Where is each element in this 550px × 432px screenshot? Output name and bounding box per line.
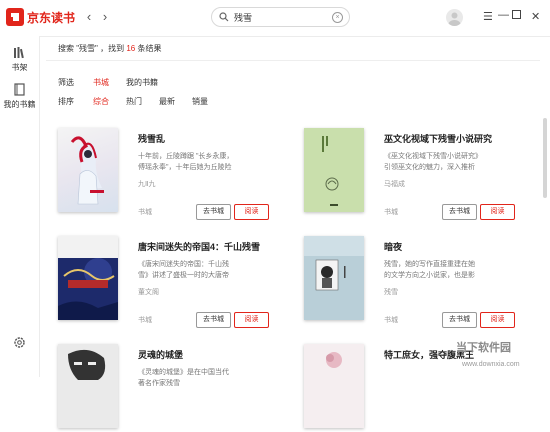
result-prefix: 搜索 "残雪" ，找到 bbox=[58, 44, 127, 53]
book-author: 马福成 bbox=[384, 181, 405, 188]
book-description: 残雪，她的写作直接重建在她的文学方向之小说家，也是影响广泛的先锋小说家。 bbox=[384, 261, 475, 279]
book-card[interactable]: 灵魂的城堡 《灵魂的城堡》是在中国当代著名作家残雪 bbox=[46, 332, 278, 432]
book-author: 九Ⅱ九 bbox=[138, 181, 156, 188]
sort-option-sales[interactable]: 销量 bbox=[192, 96, 208, 107]
read-button[interactable]: 阅读 bbox=[234, 204, 269, 220]
clear-search-icon[interactable]: × bbox=[332, 12, 343, 23]
book-author: 董文阁 bbox=[138, 289, 159, 296]
search-icon bbox=[219, 12, 229, 22]
filter-row: 筛选 书城 我的书籍 bbox=[58, 77, 175, 88]
book-source: 书城 bbox=[138, 317, 152, 324]
go-to-store-button[interactable]: 去书城 bbox=[196, 204, 231, 220]
forward-arrow-icon[interactable]: › bbox=[98, 10, 112, 24]
book-card[interactable]: 巫文化视域下残雪小说研究 《巫文化视域下残雪小说研究》引领巫文化的魅力，深入推析… bbox=[292, 116, 524, 220]
sidebar-item-my-books[interactable]: 我的书籍 bbox=[0, 83, 39, 110]
divider bbox=[46, 60, 540, 61]
watermark-text: 当下软件园 bbox=[456, 342, 511, 354]
go-to-store-button[interactable]: 去书城 bbox=[196, 312, 231, 328]
go-to-store-button[interactable]: 去书城 bbox=[442, 204, 477, 220]
gear-icon bbox=[14, 337, 25, 348]
book-cover[interactable] bbox=[304, 128, 364, 212]
book-source: 书城 bbox=[384, 317, 398, 324]
go-to-store-button[interactable]: 去书城 bbox=[442, 312, 477, 328]
scrollbar[interactable] bbox=[543, 118, 547, 198]
filter-label: 筛选 bbox=[58, 78, 74, 87]
book-source: 书城 bbox=[384, 209, 398, 216]
sort-row: 排序 综合 热门 最新 销量 bbox=[58, 96, 225, 107]
sort-label: 排序 bbox=[58, 97, 74, 106]
sort-option-newest[interactable]: 最新 bbox=[159, 96, 175, 107]
title-bar: 京东读书 ‹ › 残雪 × ☰ — ✕ bbox=[0, 0, 550, 37]
book-cover[interactable] bbox=[304, 344, 364, 428]
avatar[interactable] bbox=[446, 9, 463, 26]
book-author: 残雪 bbox=[384, 289, 398, 296]
settings-button[interactable] bbox=[0, 336, 39, 351]
book-title[interactable]: 巫文化视域下残雪小说研究 bbox=[384, 132, 492, 145]
book-cover[interactable] bbox=[304, 236, 364, 320]
book-card[interactable]: 暗夜 残雪，她的写作直接重建在她的文学方向之小说家，也是影响广泛的先锋小说家。 … bbox=[292, 224, 524, 328]
back-arrow-icon[interactable]: ‹ bbox=[82, 10, 96, 24]
sidebar: 书架 我的书籍 bbox=[0, 36, 40, 377]
maximize-icon[interactable] bbox=[512, 10, 521, 22]
result-suffix: 条结果 bbox=[135, 44, 162, 53]
book-title[interactable]: 灵魂的城堡 bbox=[138, 348, 183, 361]
book-cover[interactable] bbox=[58, 236, 118, 320]
book-description: 十年前，丘陵蹲踞 "长乡永康，傅瑶永奉"，十年后她为丘陵险食，漏盘而鸣。 bbox=[138, 153, 234, 171]
sidebar-item-label: 书架 bbox=[11, 63, 28, 72]
read-button[interactable]: 阅读 bbox=[234, 312, 269, 328]
menu-icon[interactable]: ☰ bbox=[483, 10, 493, 23]
app-logo: 京东读书 bbox=[6, 8, 75, 26]
result-count: 16 bbox=[126, 44, 136, 53]
search-result-summary: 搜索 "残雪" ，找到 16 条结果 bbox=[58, 43, 162, 54]
book-title[interactable]: 残雪乱 bbox=[138, 132, 165, 145]
watermark-url: www.downxia.com bbox=[462, 361, 520, 368]
app-name: 京东读书 bbox=[27, 10, 76, 25]
book-card[interactable]: 唐宋间迷失的帝国4：千山残雪 《唐宋间迷失的帝国：千山残雪》讲述了盛极一时的大唐… bbox=[46, 224, 278, 328]
read-button[interactable]: 阅读 bbox=[480, 312, 515, 328]
sort-option-comprehensive[interactable]: 综合 bbox=[93, 96, 109, 107]
jd-logo-icon bbox=[6, 8, 24, 26]
read-button[interactable]: 阅读 bbox=[480, 204, 515, 220]
book-card[interactable]: 残雪乱 十年前，丘陵蹲踞 "长乡永康，傅瑶永奉"，十年后她为丘陵险食，漏盘而鸣。… bbox=[46, 116, 278, 220]
search-box[interactable]: 残雪 × bbox=[211, 7, 350, 27]
sidebar-item-label: 我的书籍 bbox=[3, 100, 36, 109]
minimize-icon[interactable]: — bbox=[498, 9, 509, 21]
book-description: 《巫文化视域下残雪小说研究》引领巫文化的魅力，深入推析人类学家卡夫卡卡斯... bbox=[384, 153, 479, 171]
sort-option-popular[interactable]: 热门 bbox=[126, 96, 142, 107]
filter-option-my-books[interactable]: 我的书籍 bbox=[126, 77, 158, 88]
book-cover[interactable] bbox=[58, 128, 118, 212]
book-description: 《灵魂的城堡》是在中国当代著名作家残雪 bbox=[138, 369, 229, 387]
filter-option-store[interactable]: 书城 bbox=[93, 77, 109, 88]
sidebar-item-bookshelf[interactable]: 书架 bbox=[0, 46, 39, 73]
close-icon[interactable]: ✕ bbox=[531, 10, 540, 23]
book-source: 书城 bbox=[138, 209, 152, 216]
book-cover[interactable] bbox=[58, 344, 118, 428]
book-title[interactable]: 唐宋间迷失的帝国4：千山残雪 bbox=[138, 240, 260, 253]
search-input[interactable]: 残雪 bbox=[234, 11, 252, 24]
book-description: 《唐宋间迷失的帝国：千山残雪》讲述了盛极一时的大唐帝国衰败崩溃后，各种社会... bbox=[138, 261, 229, 279]
book-title[interactable]: 暗夜 bbox=[384, 240, 402, 253]
bookshelf-icon bbox=[14, 47, 24, 59]
book-icon bbox=[14, 83, 25, 96]
